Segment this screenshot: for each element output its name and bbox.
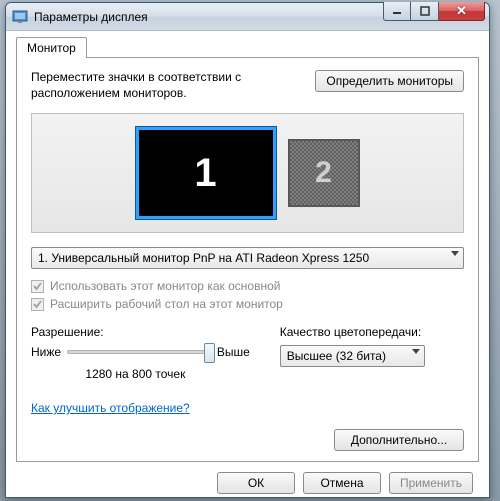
client-area: Монитор Переместите значки в соответстви…: [6, 31, 489, 497]
advanced-button[interactable]: Дополнительно...: [334, 429, 464, 451]
tab-panel-monitor: Переместите значки в соответствии с расп…: [16, 57, 479, 462]
primary-monitor-checkbox: [31, 280, 44, 293]
close-button[interactable]: ✕: [439, 2, 485, 21]
slider-thumb[interactable]: [204, 343, 215, 363]
chevron-down-icon: [412, 349, 420, 354]
app-icon: [12, 9, 28, 25]
color-quality-value: Высшее (32 бита): [287, 349, 386, 363]
titlebar[interactable]: Параметры дисплея ✕: [6, 3, 489, 31]
identify-monitors-button[interactable]: Определить мониторы: [315, 70, 464, 92]
tab-monitor[interactable]: Монитор: [16, 37, 87, 58]
window-controls: ✕: [383, 2, 485, 21]
extend-desktop-checkbox: [31, 298, 44, 311]
extend-desktop-checkbox-row: Расширить рабочий стол на этот монитор: [31, 297, 464, 311]
monitor-2[interactable]: 2: [288, 139, 360, 207]
monitor-layout-area[interactable]: 1 2: [31, 113, 464, 233]
monitor-select-value: 1. Универсальный монитор PnP на ATI Rade…: [38, 251, 369, 265]
instruction-text: Переместите значки в соответствии с расп…: [31, 70, 251, 101]
minimize-button[interactable]: [383, 2, 411, 21]
resolution-value: 1280 на 800 точек: [0, 367, 280, 381]
close-icon: ✕: [456, 3, 467, 19]
display-settings-window: Параметры дисплея ✕ Монитор Переместите …: [5, 2, 490, 498]
chevron-down-icon: [451, 251, 459, 256]
tab-strip: Монитор Переместите значки в соответстви…: [16, 37, 479, 462]
color-quality-group: Качество цветопередачи: Высшее (32 бита): [280, 325, 464, 381]
resolution-label: Разрешение:: [31, 325, 280, 339]
ok-button[interactable]: ОК: [217, 472, 295, 494]
monitor-select-dropdown[interactable]: 1. Универсальный монитор PnP на ATI Rade…: [31, 247, 464, 269]
resolution-slider[interactable]: [67, 350, 211, 354]
maximize-button[interactable]: [411, 2, 439, 21]
extend-desktop-label: Расширить рабочий стол на этот монитор: [50, 297, 283, 311]
color-quality-label: Качество цветопередачи:: [280, 325, 464, 339]
slider-high-label: Выше: [217, 345, 250, 359]
apply-button[interactable]: Применить: [389, 472, 473, 494]
monitor-2-number: 2: [315, 156, 332, 190]
improve-display-link[interactable]: Как улучшить отображение?: [31, 401, 190, 415]
cancel-button[interactable]: Отмена: [303, 472, 381, 494]
monitor-1[interactable]: 1: [136, 127, 276, 219]
dialog-buttons: ОК Отмена Применить: [16, 462, 479, 500]
primary-monitor-checkbox-row: Использовать этот монитор как основной: [31, 279, 464, 293]
slider-low-label: Ниже: [31, 345, 61, 359]
primary-monitor-label: Использовать этот монитор как основной: [50, 279, 280, 293]
color-quality-dropdown[interactable]: Высшее (32 бита): [280, 345, 425, 367]
resolution-group: Разрешение: Ниже Выше 1280 на 800 точек: [31, 325, 280, 381]
monitor-1-number: 1: [194, 151, 216, 196]
